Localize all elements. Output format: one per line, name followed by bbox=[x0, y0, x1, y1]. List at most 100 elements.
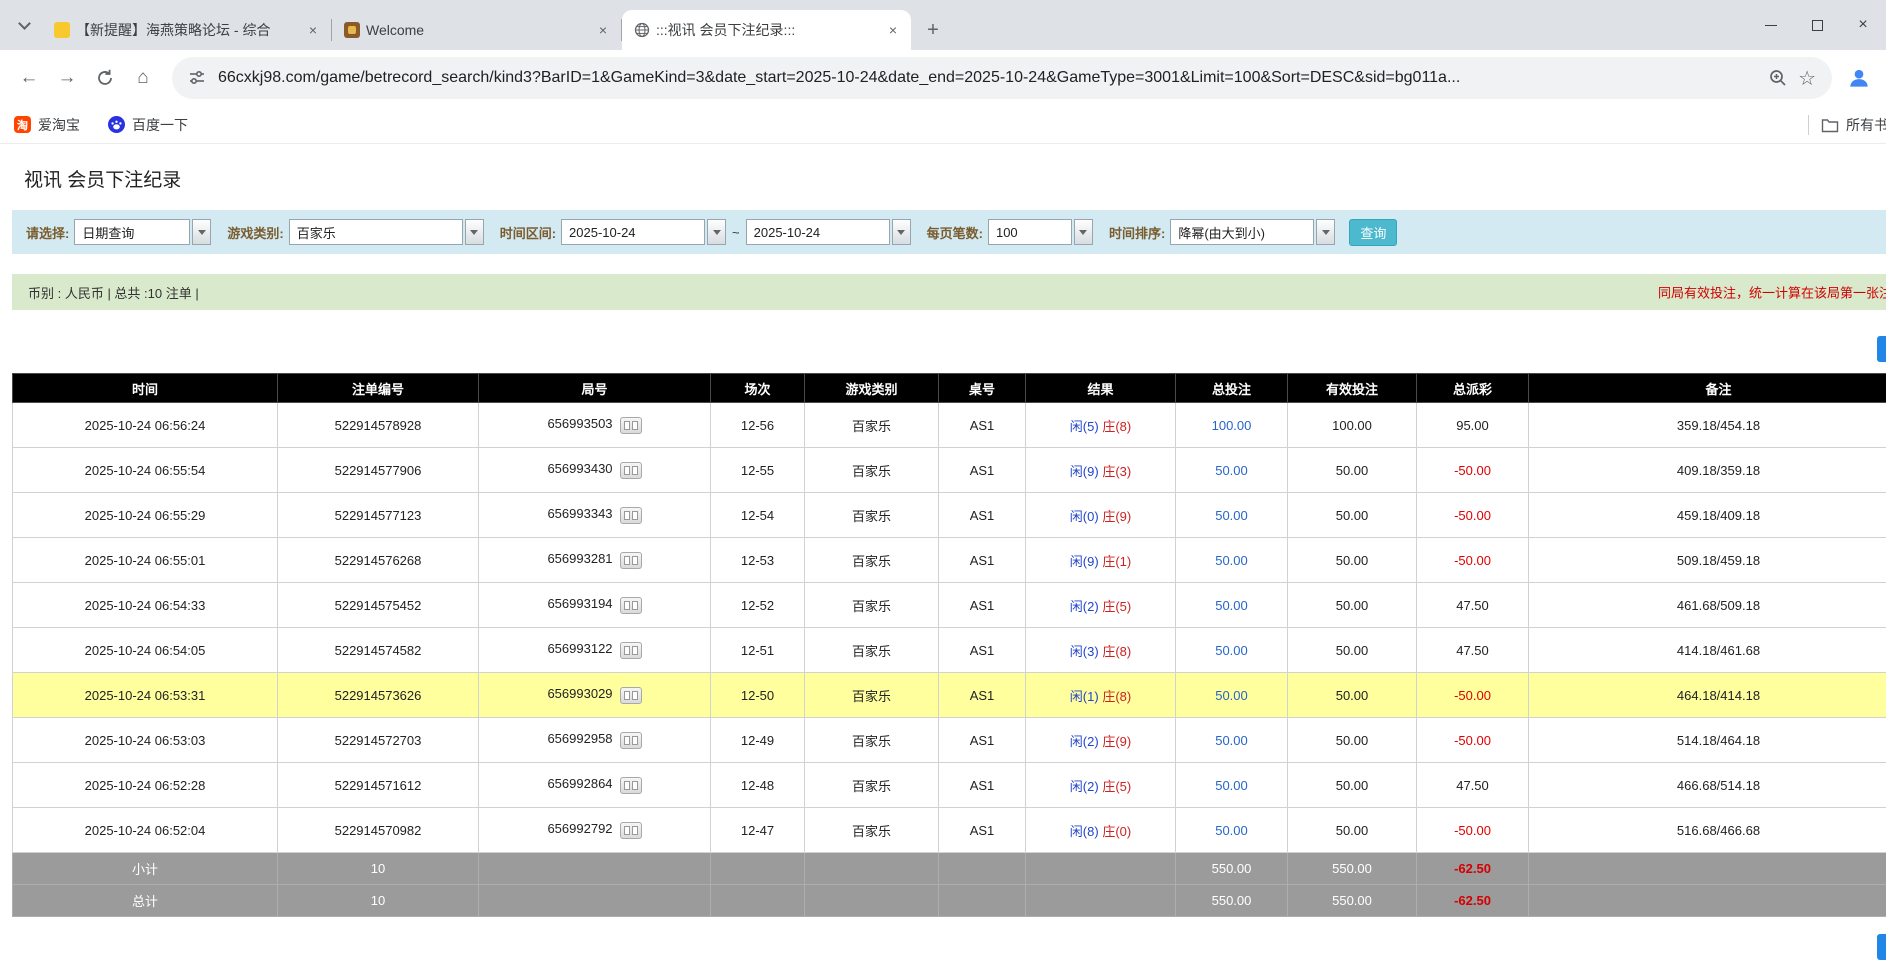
cell-total-bet[interactable]: 50.00 bbox=[1176, 673, 1288, 718]
cell-total-bet[interactable]: 50.00 bbox=[1176, 628, 1288, 673]
sort-dropdown-icon[interactable] bbox=[1316, 219, 1335, 245]
view-round-icon[interactable] bbox=[620, 732, 642, 749]
cell-table-no: AS1 bbox=[939, 538, 1026, 583]
maximize-button[interactable] bbox=[1794, 0, 1840, 50]
cell-total-bet[interactable]: 50.00 bbox=[1176, 583, 1288, 628]
cell-game-type: 百家乐 bbox=[805, 763, 939, 808]
column-header: 注单编号 bbox=[278, 374, 479, 403]
new-tab-button[interactable]: + bbox=[919, 16, 947, 44]
cell-total-bet[interactable]: 50.00 bbox=[1176, 493, 1288, 538]
summary-empty-cell bbox=[939, 885, 1026, 917]
cell-table-no: AS1 bbox=[939, 403, 1026, 448]
table-row: 2025-10-24 06:52:28522914571612656992864… bbox=[13, 763, 1886, 808]
view-round-icon[interactable] bbox=[620, 822, 642, 839]
date-start-dropdown-icon[interactable] bbox=[707, 219, 726, 245]
summary-empty-cell bbox=[479, 885, 711, 917]
person-icon bbox=[1846, 65, 1872, 91]
home-button[interactable]: ⌂ bbox=[124, 59, 162, 97]
refresh-button[interactable] bbox=[86, 59, 124, 97]
cell-valid-bet: 50.00 bbox=[1288, 583, 1417, 628]
column-header: 桌号 bbox=[939, 374, 1026, 403]
tab-bet-records[interactable]: :::视讯 会员下注纪录::: × bbox=[622, 10, 911, 50]
cell-result: 闲(8) 庄(0) bbox=[1026, 808, 1176, 853]
cell-valid-bet: 100.00 bbox=[1288, 403, 1417, 448]
query-mode-value[interactable]: 日期查询 bbox=[74, 219, 190, 245]
view-round-icon[interactable] bbox=[620, 687, 642, 704]
summary-empty-cell bbox=[805, 853, 939, 885]
cell-total-bet[interactable]: 50.00 bbox=[1176, 763, 1288, 808]
cell-total-bet[interactable]: 100.00 bbox=[1176, 403, 1288, 448]
cell-time: 2025-10-24 06:56:24 bbox=[13, 403, 278, 448]
date-end-picker[interactable]: 2025-10-24 bbox=[746, 219, 911, 245]
date-start-value[interactable]: 2025-10-24 bbox=[561, 219, 705, 245]
view-round-icon[interactable] bbox=[620, 777, 642, 794]
cell-total-bet[interactable]: 50.00 bbox=[1176, 538, 1288, 583]
side-panel-handle-top[interactable] bbox=[1877, 336, 1886, 362]
search-button[interactable]: 查询 bbox=[1349, 219, 1397, 246]
column-header: 结果 bbox=[1026, 374, 1176, 403]
cell-game-type: 百家乐 bbox=[805, 808, 939, 853]
all-bookmarks[interactable]: 所有书签 bbox=[1808, 106, 1886, 144]
summary-payout: -62.50 bbox=[1417, 885, 1529, 917]
forward-button[interactable]: → bbox=[48, 59, 86, 97]
view-round-icon[interactable] bbox=[620, 462, 642, 479]
date-end-value[interactable]: 2025-10-24 bbox=[746, 219, 890, 245]
cell-total-bet[interactable]: 50.00 bbox=[1176, 808, 1288, 853]
cell-total-bet[interactable]: 50.00 bbox=[1176, 718, 1288, 763]
tab-close-icon[interactable]: × bbox=[593, 20, 613, 40]
tab-close-icon[interactable]: × bbox=[883, 20, 903, 40]
table-body: 2025-10-24 06:56:24522914578928656993503… bbox=[13, 403, 1886, 853]
cell-time: 2025-10-24 06:55:54 bbox=[13, 448, 278, 493]
game-type-value[interactable]: 百家乐 bbox=[289, 219, 463, 245]
date-end-dropdown-icon[interactable] bbox=[892, 219, 911, 245]
close-window-button[interactable]: × bbox=[1840, 0, 1886, 50]
per-page-combo[interactable]: 100 bbox=[988, 219, 1093, 245]
back-button[interactable]: ← bbox=[10, 59, 48, 97]
site-info-icon[interactable] bbox=[188, 69, 206, 87]
cell-table-no: AS1 bbox=[939, 673, 1026, 718]
query-mode-combo[interactable]: 日期查询 bbox=[74, 219, 211, 245]
tab-close-icon[interactable]: × bbox=[303, 20, 323, 40]
cell-valid-bet: 50.00 bbox=[1288, 493, 1417, 538]
per-page-dropdown-icon[interactable] bbox=[1074, 219, 1093, 245]
cell-total-bet[interactable]: 50.00 bbox=[1176, 448, 1288, 493]
tab-search-button[interactable] bbox=[10, 11, 38, 39]
view-round-icon[interactable] bbox=[620, 507, 642, 524]
refresh-icon bbox=[95, 68, 115, 88]
cell-game-type: 百家乐 bbox=[805, 583, 939, 628]
cell-bet-id: 522914572703 bbox=[278, 718, 479, 763]
minimize-button[interactable] bbox=[1748, 0, 1794, 50]
view-round-icon[interactable] bbox=[620, 552, 642, 569]
view-round-icon[interactable] bbox=[620, 417, 642, 434]
tab-welcome[interactable]: Welcome × bbox=[332, 10, 621, 50]
query-mode-dropdown-icon[interactable] bbox=[192, 219, 211, 245]
cell-round: 656993343 bbox=[479, 493, 711, 538]
table-foot: 小计10550.00550.00-62.50总计10550.00550.00-6… bbox=[13, 853, 1886, 917]
bookmark-taobao[interactable]: 淘 爱淘宝 bbox=[14, 115, 80, 135]
date-start-picker[interactable]: 2025-10-24 bbox=[561, 219, 726, 245]
bookmark-baidu[interactable]: 百度一下 bbox=[108, 115, 188, 135]
sort-value[interactable]: 降幂(由大到小) bbox=[1170, 219, 1314, 245]
cell-time: 2025-10-24 06:54:05 bbox=[13, 628, 278, 673]
cell-time: 2025-10-24 06:52:04 bbox=[13, 808, 278, 853]
profile-avatar[interactable] bbox=[1842, 61, 1876, 95]
per-page-value[interactable]: 100 bbox=[988, 219, 1072, 245]
side-panel-handle-bottom[interactable] bbox=[1877, 934, 1886, 960]
summary-payout: -62.50 bbox=[1417, 853, 1529, 885]
game-type-combo[interactable]: 百家乐 bbox=[289, 219, 484, 245]
cell-session: 12-47 bbox=[711, 808, 805, 853]
summary-valid-bet: 550.00 bbox=[1288, 885, 1417, 917]
sort-combo[interactable]: 降幂(由大到小) bbox=[1170, 219, 1335, 245]
cell-result: 闲(5) 庄(8) bbox=[1026, 403, 1176, 448]
tab-forum[interactable]: 【新提醒】海燕策略论坛 - 综合 × bbox=[42, 10, 331, 50]
url-text[interactable]: 66cxkj98.com/game/betrecord_search/kind3… bbox=[218, 69, 1746, 87]
bet-records-table-wrap: 时间注单编号局号场次游戏类别桌号结果总投注有效投注总派彩备注 2025-10-2… bbox=[12, 373, 1886, 917]
address-bar[interactable]: 66cxkj98.com/game/betrecord_search/kind3… bbox=[172, 57, 1832, 99]
zoom-button[interactable] bbox=[1768, 68, 1788, 88]
game-type-dropdown-icon[interactable] bbox=[465, 219, 484, 245]
view-round-icon[interactable] bbox=[620, 597, 642, 614]
cell-session: 12-54 bbox=[711, 493, 805, 538]
view-round-icon[interactable] bbox=[620, 642, 642, 659]
browser-tab-strip: 【新提醒】海燕策略论坛 - 综合 × Welcome × :::视讯 会员下注纪… bbox=[0, 0, 1886, 50]
bookmark-star-icon[interactable]: ☆ bbox=[1798, 66, 1816, 91]
